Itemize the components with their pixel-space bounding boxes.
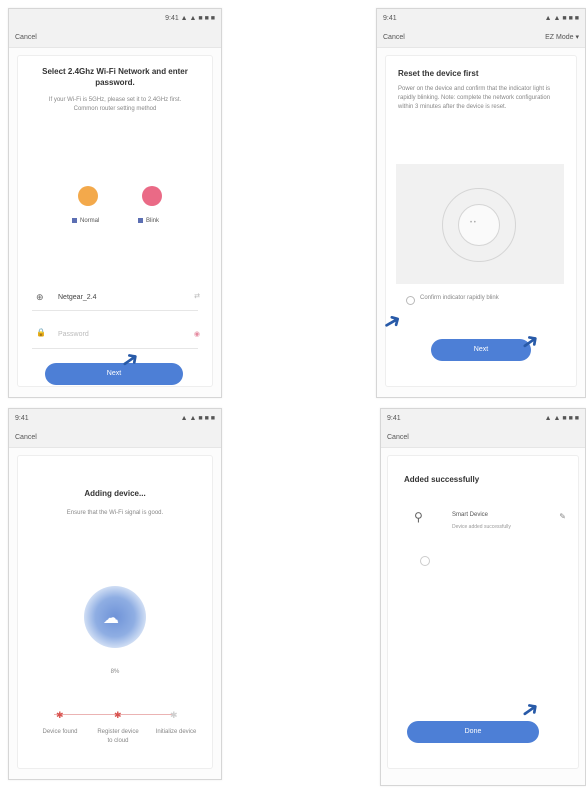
wifi-icon: ⊕ — [36, 292, 44, 302]
step-label: Initialize device — [155, 729, 197, 735]
divider — [32, 310, 198, 311]
step-label: Register device to cloud — [97, 729, 139, 744]
wifi-normal-icon — [78, 186, 98, 206]
password-field[interactable]: Password — [58, 331, 89, 338]
step-pending-icon: ✱ — [170, 710, 178, 720]
done-button[interactable]: Done — [407, 721, 539, 743]
lock-icon: 🔒 — [36, 328, 46, 337]
confirm-checkbox[interactable] — [406, 296, 415, 305]
confirm-checkbox-label[interactable]: Confirm indicator rapidly blink — [420, 294, 560, 303]
status-left: 9:41 — [15, 414, 29, 422]
step-done-icon: ✱ — [56, 710, 64, 720]
page-subtitle: If your Wi-Fi is 5GHz, please set it to … — [48, 97, 182, 112]
wifi-name-field[interactable]: Netgear_2.4 — [58, 294, 97, 301]
indicator-light-icon: • • — [470, 220, 476, 226]
status-right: ▲ ▲ ■ ■ ■ — [544, 14, 579, 22]
room-selector-icon[interactable] — [420, 556, 430, 566]
device-icon: ⚲ — [414, 510, 423, 524]
progress-percent: 8% — [110, 669, 120, 675]
next-button[interactable]: Next — [45, 363, 183, 385]
status-bar: 9:41 ▲ ▲ ■ ■ ■ — [381, 409, 585, 427]
cancel-link[interactable]: Cancel — [383, 34, 405, 41]
page-title: Select 2.4Ghz Wi-Fi Network and enter pa… — [42, 67, 188, 87]
setup-card: Select 2.4Ghz Wi-Fi Network and enter pa… — [17, 55, 213, 387]
status-bar: 9:41 ▲ ▲ ■ ■ ■ — [377, 9, 585, 27]
cloud-icon: ☁ — [103, 610, 119, 627]
next-button[interactable]: Next — [431, 339, 531, 361]
nav-bar: Cancel — [381, 427, 585, 448]
page-title: Reset the device first — [398, 69, 479, 78]
phone-screen-wifi-setup: 9:41 ▲ ▲ ■ ■ ■ Cancel Select 2.4Ghz Wi-F… — [8, 8, 222, 398]
cancel-link[interactable]: Cancel — [15, 34, 37, 41]
page-subtitle: Ensure that the Wi-Fi signal is good. — [66, 510, 164, 516]
nav-bar: Cancel — [9, 427, 221, 448]
device-row[interactable]: ⚲ Smart Device Device added successfully… — [414, 510, 566, 540]
progress-animation: ☁ — [84, 586, 146, 648]
nav-bar: Cancel EZ Mode ▾ — [377, 27, 585, 48]
radio-icon — [72, 218, 77, 223]
cancel-link[interactable]: Cancel — [15, 434, 37, 441]
status-right: 9:41 ▲ ▲ ■ ■ ■ — [165, 14, 215, 22]
phone-screen-adding-device: 9:41 ▲ ▲ ■ ■ ■ Cancel Adding device... E… — [8, 408, 222, 780]
mode-dropdown[interactable]: EZ Mode ▾ — [545, 33, 579, 41]
step-label: Device found — [42, 729, 78, 735]
option-normal-label: Normal — [80, 218, 100, 225]
status-right: ▲ ▲ ■ ■ ■ — [544, 414, 579, 422]
eye-icon[interactable]: ◉ — [194, 330, 200, 338]
status-right: ▲ ▲ ■ ■ ■ — [180, 414, 215, 422]
status-left: 9:41 — [383, 14, 397, 22]
reset-card: Reset the device first Power on the devi… — [385, 55, 577, 387]
radio-icon — [138, 218, 143, 223]
page-title: Added successfully — [404, 475, 480, 484]
option-blink[interactable]: Blink — [138, 218, 159, 224]
nav-bar: Cancel — [9, 27, 221, 48]
option-normal[interactable]: Normal — [72, 218, 99, 224]
status-bar: 9:41 ▲ ▲ ■ ■ ■ — [9, 9, 221, 27]
page-body: Power on the device and confirm that the… — [398, 86, 551, 110]
status-left: 9:41 — [387, 414, 401, 422]
device-illustration: • • — [396, 164, 564, 284]
divider — [32, 348, 198, 349]
cancel-link[interactable]: Cancel — [387, 434, 409, 441]
device-body — [458, 204, 500, 246]
switch-wifi-icon[interactable]: ⇄ — [194, 292, 200, 300]
phone-screen-added-success: 9:41 ▲ ▲ ■ ■ ■ Cancel Added successfully… — [380, 408, 586, 786]
device-status: Device added successfully — [452, 524, 511, 530]
edit-icon[interactable]: ✎ — [559, 512, 566, 521]
status-bar: 9:41 ▲ ▲ ■ ■ ■ — [9, 409, 221, 427]
step-done-icon: ✱ — [114, 710, 122, 720]
option-blink-label: Blink — [146, 218, 160, 225]
device-name: Smart Device — [452, 512, 489, 518]
phone-screen-reset-device: 9:41 ▲ ▲ ■ ■ ■ Cancel EZ Mode ▾ Reset th… — [376, 8, 586, 398]
progress-card: Adding device... Ensure that the Wi-Fi s… — [17, 455, 213, 769]
page-title: Adding device... — [84, 489, 146, 498]
wifi-blink-icon — [142, 186, 162, 206]
